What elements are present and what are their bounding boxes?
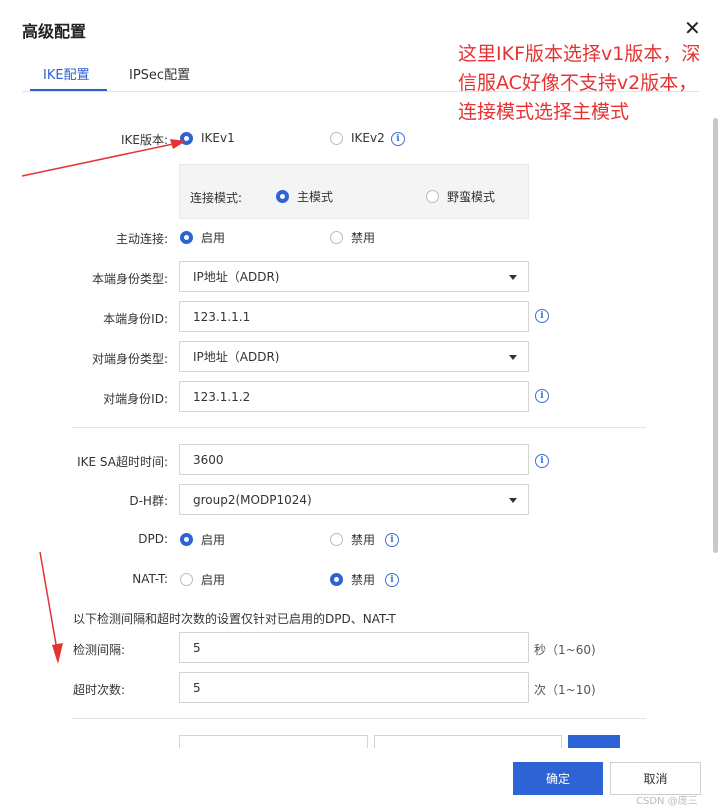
annotation-arrows	[21, 139, 186, 664]
annotation-arrowhead	[52, 643, 63, 664]
watermark: CSDN @庞三	[636, 796, 698, 807]
annotation-arrow-line	[39, 551, 58, 651]
annotation-arrow-line	[21, 142, 179, 177]
advanced-config-dialog: 高级配置 ✕ IKE配置 IPSec配置 这里IKF版本选择v1版本，深信服AC…	[0, 0, 721, 811]
annotation-arrowhead	[170, 139, 186, 149]
